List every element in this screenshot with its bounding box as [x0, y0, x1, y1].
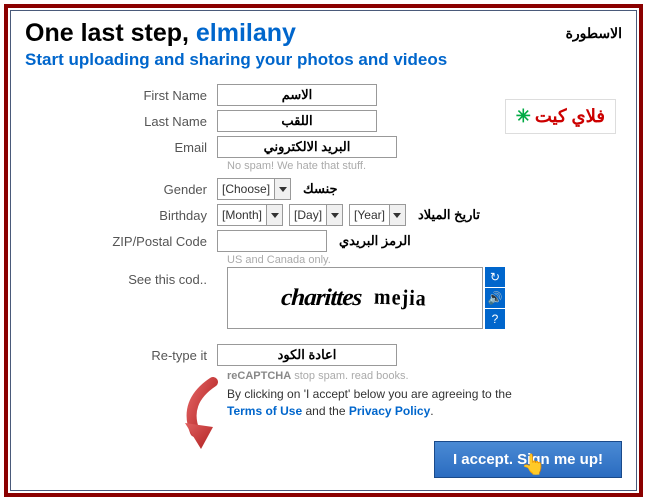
gender-ar: جنسك — [303, 181, 338, 197]
privacy-link[interactable]: Privacy Policy — [349, 404, 430, 418]
captcha-word-1: charittes — [281, 285, 363, 312]
captcha-label: See this cod.. — [25, 272, 217, 287]
inner-panel: One last step, elmilany الاسطورة Start u… — [10, 10, 637, 491]
retype-input[interactable] — [217, 344, 397, 366]
captcha-image: charittes mejia — [227, 267, 483, 329]
email-input[interactable] — [217, 136, 397, 158]
email-hint: No spam! We hate that stuff. — [227, 160, 622, 172]
terms-link[interactable]: Terms of Use — [227, 404, 302, 418]
chevron-down-icon — [266, 205, 282, 225]
firstname-input[interactable] — [217, 84, 377, 106]
zip-hint: US and Canada only. — [227, 254, 622, 266]
chevron-down-icon — [274, 179, 290, 199]
captcha-word-2: mejia — [373, 284, 427, 311]
page-title: One last step, elmilany — [25, 19, 296, 48]
zip-ar: الرمز البريدي — [339, 233, 411, 249]
outer-frame: One last step, elmilany الاسطورة Start u… — [4, 4, 643, 497]
birthday-year-select[interactable]: [Year] — [349, 204, 406, 226]
email-label: Email — [25, 140, 217, 155]
chevron-down-icon — [326, 205, 342, 225]
gender-selected: [Choose] — [218, 182, 274, 196]
firstname-label: First Name — [25, 88, 217, 103]
retype-label: Re-type it — [25, 348, 217, 363]
recaptcha-hint: reCAPTCHA stop spam. read books. — [227, 370, 622, 382]
birthday-day-select[interactable]: [Day] — [289, 204, 343, 226]
gender-label: Gender — [25, 182, 217, 197]
arabic-annotation-top: الاسطورة — [566, 25, 622, 42]
birthday-label: Birthday — [25, 208, 217, 223]
username: elmilany — [196, 19, 296, 47]
birthday-ar: تاريخ الميلاد — [418, 207, 480, 223]
recaptcha-brand: reCAPTCHA — [227, 370, 291, 382]
agree-text: By clicking on 'I accept' below you are … — [227, 386, 622, 420]
lastname-label: Last Name — [25, 114, 217, 129]
gender-select[interactable]: [Choose] — [217, 178, 291, 200]
lastname-input[interactable] — [217, 110, 377, 132]
subtitle: Start uploading and sharing your photos … — [25, 50, 622, 70]
signup-form: First Name Last Name Email No spam! We h… — [25, 84, 622, 420]
birthday-month-select[interactable]: [Month] — [217, 204, 283, 226]
captcha-controls: ↻ 🔊 ? — [485, 267, 505, 330]
captcha-help-button[interactable]: ? — [485, 309, 505, 329]
accept-button[interactable]: I accept. Sign me up! — [434, 441, 622, 478]
chevron-down-icon — [389, 205, 405, 225]
title-prefix: One last step, — [25, 19, 196, 47]
captcha-refresh-button[interactable]: ↻ — [485, 267, 505, 287]
zip-input[interactable] — [217, 230, 327, 252]
zip-label: ZIP/Postal Code — [25, 234, 217, 249]
captcha-audio-button[interactable]: 🔊 — [485, 288, 505, 308]
